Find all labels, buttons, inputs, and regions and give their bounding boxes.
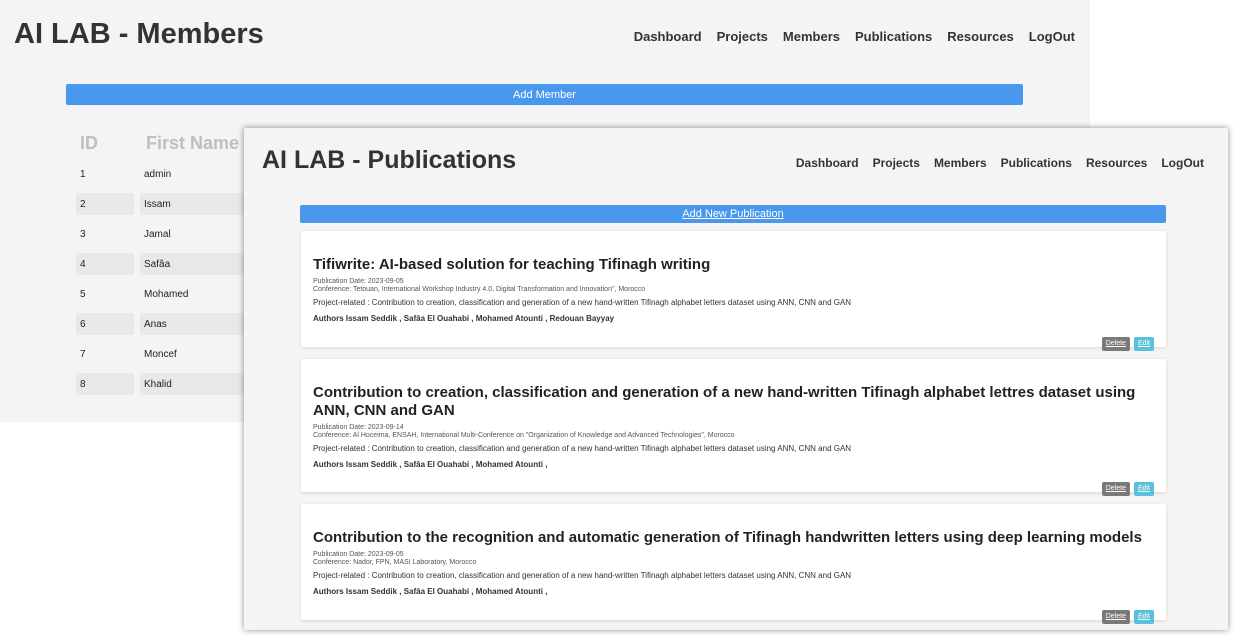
nav-resources[interactable]: Resources [1086, 156, 1147, 170]
table-row: 6 Anas [76, 313, 266, 335]
nav-projects[interactable]: Projects [717, 29, 768, 44]
publication-conference: Conference: Nador, FPN, MASI Laboratory,… [313, 559, 477, 566]
nav-logout[interactable]: LogOut [1161, 156, 1204, 170]
table-row: 5 Mohamed [76, 283, 266, 305]
edit-button[interactable]: Edit [1133, 482, 1154, 496]
cell-first-name: Moncef [144, 348, 177, 360]
publication-conference: Conference: Al Hoceima, ENSAH, Internati… [313, 432, 735, 439]
publication-title: Contribution to the recognition and auto… [313, 529, 1142, 546]
members-table: ID First Name 1 admin 2 Issam 3 Jamal 4 … [76, 133, 266, 395]
cell-id: 1 [80, 168, 86, 180]
cell-id: 6 [76, 313, 134, 335]
page-title: AI LAB - Publications [262, 146, 517, 174]
publication-title: Tifiwrite: AI-based solution for teachin… [313, 256, 711, 273]
cell-first-name: Mohamed [144, 288, 189, 300]
edit-button[interactable]: Edit [1133, 610, 1154, 624]
publication-conference: Conference: Tetouan, International Works… [313, 286, 646, 293]
delete-button[interactable]: Delete [1101, 610, 1130, 624]
nav-resources[interactable]: Resources [947, 29, 1013, 44]
cell-id: 7 [80, 348, 86, 360]
cell-first-name: Safâa [140, 253, 254, 275]
cell-id: 3 [80, 228, 86, 240]
table-row: 1 admin [76, 163, 266, 185]
nav-members[interactable]: Members [934, 156, 987, 170]
publication-date: Publication Date: 2023-09-14 [313, 424, 404, 431]
nav-publications[interactable]: Publications [1001, 156, 1072, 170]
cell-first-name: admin [144, 168, 172, 180]
table-header: ID First Name [76, 133, 266, 155]
cell-first-name: Khalid [140, 373, 254, 395]
publication-project: Project-related : Contribution to creati… [313, 298, 852, 307]
cell-id: 5 [80, 288, 86, 300]
card-actions: Delete Edit [1101, 337, 1154, 351]
delete-button[interactable]: Delete [1101, 482, 1130, 496]
cell-first-name: Jamal [144, 228, 171, 240]
edit-button[interactable]: Edit [1133, 337, 1154, 351]
delete-button[interactable]: Delete [1101, 337, 1130, 351]
main-nav: Dashboard Projects Members Publications … [796, 156, 1204, 170]
table-row: 3 Jamal [76, 223, 266, 245]
nav-projects[interactable]: Projects [873, 156, 920, 170]
nav-dashboard[interactable]: Dashboard [634, 29, 702, 44]
publication-project: Project-related : Contribution to creati… [313, 571, 852, 580]
add-publication-button[interactable]: Add New Publication [300, 205, 1166, 223]
publication-authors: Authors Issam Seddik , Safâa El Ouahabi … [313, 587, 548, 596]
page-title: AI LAB - Members [14, 18, 264, 50]
publication-authors: Authors Issam Seddik , Safâa El Ouahabi … [313, 460, 548, 469]
add-member-button[interactable]: Add Member [66, 84, 1023, 105]
table-row: 2 Issam [76, 193, 266, 215]
publication-date: Publication Date: 2023-09-05 [313, 551, 404, 558]
table-row: 7 Moncef [76, 343, 266, 365]
publication-card: Contribution to creation, classification… [301, 359, 1166, 496]
publication-project: Project-related : Contribution to creati… [313, 444, 852, 453]
card-actions: Delete Edit [1101, 482, 1154, 496]
publication-card: Contribution to the recognition and auto… [301, 504, 1166, 624]
table-row: 4 Safâa [76, 253, 266, 275]
nav-publications[interactable]: Publications [855, 29, 932, 44]
publication-card: Tifiwrite: AI-based solution for teachin… [301, 231, 1166, 351]
cell-id: 4 [76, 253, 134, 275]
cell-first-name: Anas [140, 313, 254, 335]
nav-logout[interactable]: LogOut [1029, 29, 1075, 44]
cell-id: 8 [76, 373, 134, 395]
nav-dashboard[interactable]: Dashboard [796, 156, 859, 170]
publications-window: AI LAB - Publications Dashboard Projects… [244, 128, 1228, 630]
cell-first-name: Issam [140, 193, 254, 215]
publication-date: Publication Date: 2023-09-05 [313, 278, 404, 285]
column-header-id: ID [80, 133, 98, 153]
nav-members[interactable]: Members [783, 29, 840, 44]
publication-title: Contribution to creation, classification… [313, 384, 1136, 419]
card-actions: Delete Edit [1101, 610, 1154, 624]
cell-id: 2 [76, 193, 134, 215]
table-row: 8 Khalid [76, 373, 266, 395]
publication-authors: Authors Issam Seddik , Safâa El Ouahabi … [313, 314, 615, 323]
main-nav: Dashboard Projects Members Publications … [634, 29, 1075, 44]
